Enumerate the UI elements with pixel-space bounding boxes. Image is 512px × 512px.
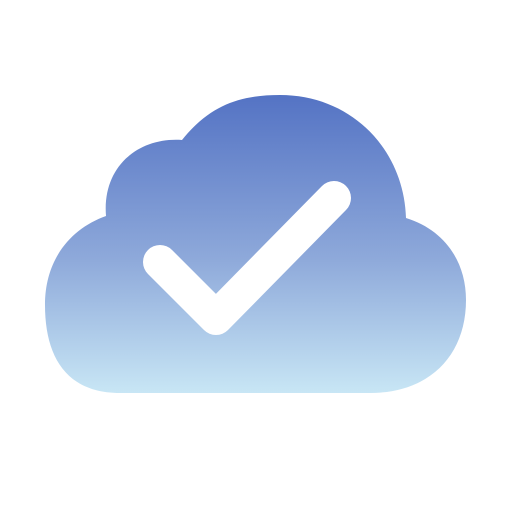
cloud-shape (45, 95, 466, 393)
icon-canvas (0, 0, 512, 512)
cloud-checkmark-icon (45, 95, 466, 393)
